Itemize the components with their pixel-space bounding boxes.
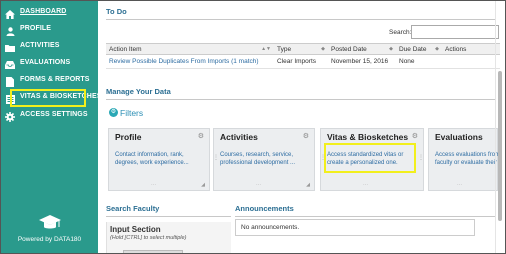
search-label: Search: [389, 29, 412, 36]
filter-icon[interactable]: ⚙ [109, 108, 118, 117]
posted-date-cell: November 15, 2016 [328, 54, 396, 69]
column-header-actions: Actions [442, 43, 500, 55]
card-description[interactable]: Contact information, rank, degrees, work… [115, 151, 197, 167]
resize-icon[interactable]: ◢ [201, 182, 205, 188]
scrollbar-thumb[interactable] [498, 71, 502, 221]
sort-icon: ◆ [435, 45, 439, 52]
gear-icon[interactable]: ⚙ [412, 132, 418, 140]
main-content: To Do Search: Action Item ▲▼ Type ◆ Posted… [98, 1, 505, 253]
gear-icon[interactable]: ⚙ [303, 132, 309, 140]
announcements-box: No announcements. [235, 219, 475, 236]
sidebar-item-label: EVALUATIONS [20, 59, 71, 66]
sidebar-item-forms-reports[interactable]: FORMS & REPORTS [1, 75, 98, 89]
home-icon [5, 9, 15, 19]
data180-logo [1, 215, 98, 236]
card-profile[interactable]: Profile ⚙ Contact information, rank, deg… [108, 128, 210, 191]
sidebar-item-label: DASHBOARD [20, 8, 67, 15]
sidebar-item-label: ACTIVITIES [20, 42, 60, 49]
folder-icon [5, 43, 15, 53]
sidebar-item-label: FORMS & REPORTS [20, 76, 90, 83]
column-header-action-item[interactable]: Action Item ▲▼ [106, 43, 274, 55]
sidebar-item-label: ACCESS SETTINGS [20, 111, 88, 118]
sort-icon: ▲▼ [261, 45, 271, 52]
manage-title: Manage Your Data [106, 87, 171, 96]
search-faculty-panel: Input Section (Hold [CTRL] to select mul… [106, 222, 231, 253]
card-title: Vitas & Biosketches [327, 132, 409, 142]
card-title: Activities [220, 132, 258, 142]
grip-icon[interactable]: ⋮ [213, 154, 219, 161]
announcements-empty-text: No announcements. [241, 224, 300, 231]
grip-icon: ··· [151, 182, 156, 188]
card-evaluations[interactable]: Evaluations Access evaluations from facu… [428, 128, 501, 191]
grip-icon: ··· [363, 182, 368, 188]
sidebar-item-evaluations[interactable]: EVALUATIONS [1, 58, 98, 72]
announcements-title: Announcements [235, 204, 294, 213]
search-faculty-title: Search Faculty [106, 204, 160, 213]
card-title: Evaluations [435, 132, 483, 142]
column-header-posted-date[interactable]: Posted Date ◆ [328, 43, 396, 55]
highlight-box [324, 143, 416, 173]
resize-icon[interactable]: ◢ [306, 182, 310, 188]
powered-by-text: Powered by DATA180 [17, 236, 82, 243]
card-activities[interactable]: ⋮ Activities ⚙ Courses, research, servic… [213, 128, 315, 191]
sidebar-item-label: PROFILE [20, 25, 52, 32]
gear-icon [5, 112, 15, 122]
user-icon [5, 26, 15, 36]
column-header-type[interactable]: Type ◆ [274, 43, 328, 55]
highlight-box [10, 89, 86, 107]
divider [106, 216, 231, 217]
card-description[interactable]: Access evaluations from faculty or evalu… [435, 151, 501, 167]
filters-toggle[interactable]: Filters [120, 108, 143, 118]
due-date-cell: None [396, 54, 442, 69]
sidebar-item-activities[interactable]: ACTIVITIES [1, 41, 98, 55]
scrollbar[interactable] [495, 1, 505, 253]
input-section-label: Input Section [110, 225, 161, 234]
grip-icon: ··· [457, 182, 462, 188]
table-header-row: Action Item ▲▼ Type ◆ Posted Date ◆ Due Dat… [106, 43, 500, 55]
document-icon [5, 77, 15, 87]
input-section-select[interactable] [123, 250, 183, 253]
divider [106, 19, 496, 20]
search-input[interactable] [411, 25, 499, 39]
todo-title: To Do [106, 7, 127, 16]
table-row: Review Possible Duplicates From Imports … [106, 54, 500, 69]
sort-icon: ◆ [389, 45, 393, 52]
sidebar-item-dashboard[interactable]: DASHBOARD [1, 7, 98, 21]
sidebar: DASHBOARD PROFILE ACTIVITIES EVALUATIONS… [1, 1, 101, 253]
card-description[interactable]: Courses, research, service, professional… [220, 151, 302, 167]
grip-icon: ··· [256, 182, 261, 188]
column-header-due-date[interactable]: Due Date ◆ [396, 43, 442, 55]
card-title: Profile [115, 132, 142, 142]
grip-icon[interactable]: ⋮ [418, 154, 424, 161]
gear-icon[interactable]: ⚙ [198, 132, 204, 140]
divider [106, 99, 496, 100]
todo-table: Action Item ▲▼ Type ◆ Posted Date ◆ Due Dat… [106, 43, 500, 69]
actions-cell [442, 54, 500, 69]
sort-icon: ◆ [321, 45, 325, 52]
sidebar-item-access-settings[interactable]: ACCESS SETTINGS [1, 110, 98, 124]
input-section-hint: (Hold [CTRL] to select multiple) [110, 235, 187, 241]
divider [235, 216, 496, 217]
sidebar-item-profile[interactable]: PROFILE [1, 24, 98, 38]
app-window: DASHBOARD PROFILE ACTIVITIES EVALUATIONS… [0, 0, 506, 254]
action-item-link[interactable]: Review Possible Duplicates From Imports … [106, 54, 274, 69]
inbox-icon [5, 60, 15, 70]
type-cell: Clear Imports [274, 54, 328, 69]
